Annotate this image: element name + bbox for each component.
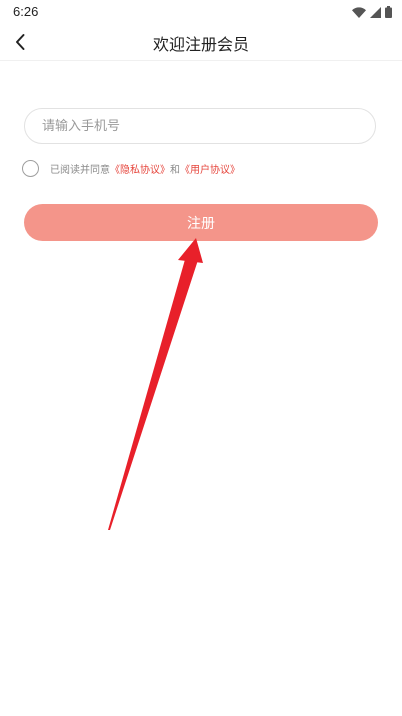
register-button[interactable]: 注册 bbox=[24, 204, 378, 241]
agreement-checkbox[interactable] bbox=[22, 159, 39, 177]
cellular-signal-icon bbox=[370, 6, 381, 18]
header-bar: 欢迎注册会员 bbox=[0, 24, 402, 61]
agreement-row: 已阅读并同意《隐私协议》和《用户协议》 bbox=[22, 158, 240, 178]
agreement-prefix: 已阅读并同意 bbox=[50, 164, 110, 176]
agreement-conjunction: 和 bbox=[170, 164, 180, 176]
register-button-label: 注册 bbox=[187, 215, 215, 232]
user-agreement-link[interactable]: 《用户协议》 bbox=[180, 165, 240, 176]
battery-icon bbox=[385, 6, 392, 18]
status-bar: 6:26 bbox=[0, 0, 402, 24]
status-icons bbox=[352, 4, 392, 20]
agreement-text: 已阅读并同意《隐私协议》和《用户协议》 bbox=[50, 161, 240, 176]
wifi-icon bbox=[352, 6, 366, 18]
page-title: 欢迎注册会员 bbox=[152, 35, 249, 54]
annotation-arrow-head bbox=[178, 238, 203, 263]
annotation-arrow-shaft bbox=[108, 256, 199, 530]
privacy-policy-link[interactable]: 《隐私协议》 bbox=[110, 165, 170, 176]
phone-input-container bbox=[24, 108, 376, 144]
status-time: 6:26 bbox=[13, 4, 39, 19]
phone-number-input[interactable] bbox=[42, 109, 362, 143]
